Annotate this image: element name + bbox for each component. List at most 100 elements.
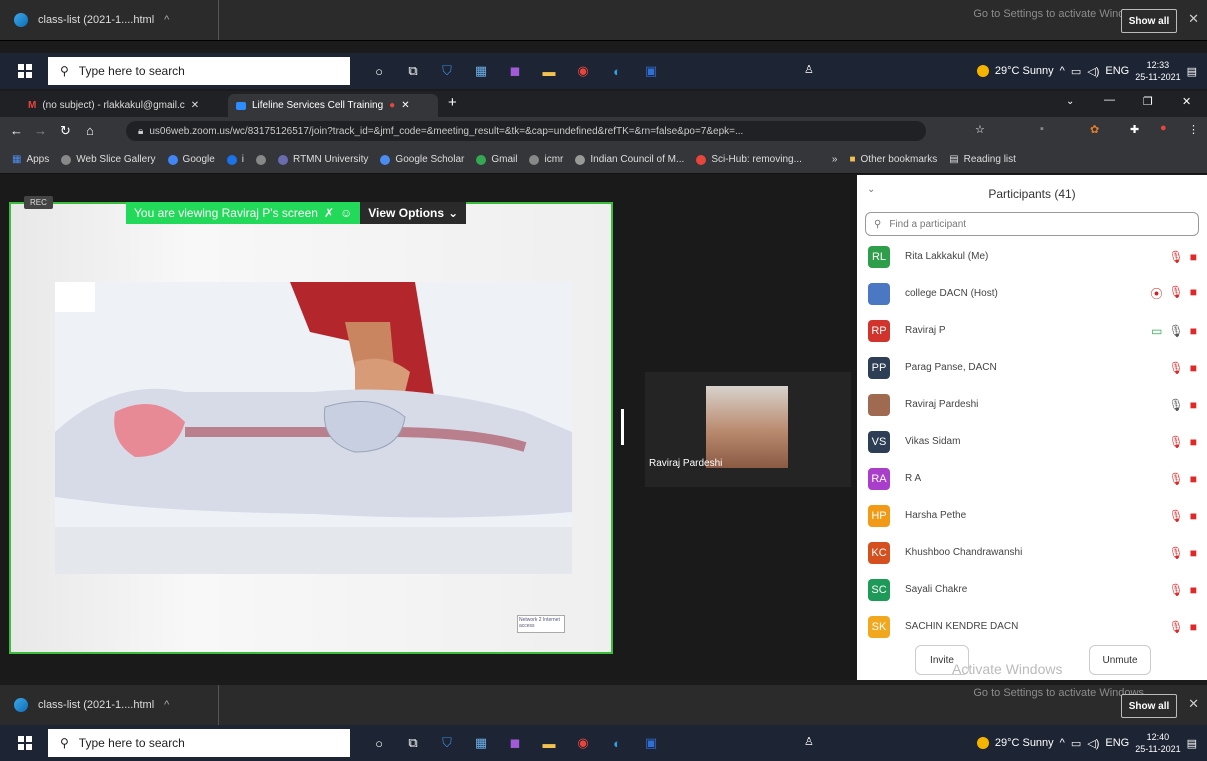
extension-icon[interactable]: ▪	[1040, 123, 1044, 135]
word-icon[interactable]: ▣	[634, 58, 668, 84]
participant-search-input[interactable]: ⚲ Find a participant	[865, 212, 1199, 236]
bookmark-gmail[interactable]: Gmail	[476, 154, 517, 165]
clock[interactable]: 12:40 25-11-2021	[1135, 731, 1180, 755]
home-icon[interactable]: ⌂	[86, 123, 94, 138]
task-view-icon[interactable]: ⧉	[396, 58, 430, 84]
volume-icon[interactable]: ◁)	[1087, 65, 1099, 78]
network-icon[interactable]: ▭	[1071, 65, 1081, 78]
more-bookmarks-icon[interactable]: »	[832, 154, 838, 165]
participant-row[interactable]: Raviraj Pardeshi 🎙︎ ■	[857, 386, 1207, 423]
chrome-icon[interactable]: ◉	[566, 58, 600, 84]
calculator-icon[interactable]: ▦	[464, 58, 498, 84]
edge-icon[interactable]: ◐	[600, 730, 634, 756]
calculator-icon[interactable]: ▦	[464, 730, 498, 756]
tab-close-icon[interactable]: ✕	[191, 100, 199, 111]
view-options-button[interactable]: View Options ⌄	[360, 202, 467, 224]
word-icon[interactable]: ▣	[634, 730, 668, 756]
bookmark-web-slice[interactable]: Web Slice Gallery	[61, 154, 156, 165]
participant-row[interactable]: KC Khushboo Chandrawanshi 🎙︎ ■	[857, 534, 1207, 571]
minimize-icon[interactable]: —	[1104, 94, 1115, 106]
weather-text[interactable]: 29°C Sunny	[995, 737, 1054, 749]
file-explorer-icon[interactable]: ▬	[532, 730, 566, 756]
edge-icon[interactable]: ◐	[600, 58, 634, 84]
participant-row[interactable]: HP Harsha Pethe 🎙︎ ■	[857, 497, 1207, 534]
volume-icon[interactable]: ◁)	[1087, 737, 1099, 750]
windows-start-icon[interactable]	[18, 64, 32, 78]
menu-kebab-icon[interactable]: ⋮	[1188, 123, 1199, 136]
bookmark-globe[interactable]	[256, 154, 267, 165]
close-icon[interactable]: ✕	[1188, 696, 1199, 712]
task-view-icon[interactable]: ⧉	[396, 730, 430, 756]
extensions-puzzle-icon[interactable]: ✚	[1130, 123, 1139, 136]
bookmark-star-icon[interactable]: ☆	[975, 123, 985, 136]
tab-close-icon[interactable]: ✕	[401, 100, 409, 111]
video-off-icon: ■	[1189, 545, 1197, 560]
windows-start-icon[interactable]	[18, 736, 32, 750]
bookmark-scholar[interactable]: Google Scholar	[380, 154, 464, 165]
extension-icon[interactable]: ✿	[1090, 123, 1099, 136]
bookmark-apps[interactable]: ▦ Apps	[12, 154, 49, 165]
unmute-button[interactable]: Unmute	[1089, 645, 1151, 675]
recording-icon: ⦿	[1150, 287, 1163, 301]
window-close-icon[interactable]: ✕	[1182, 95, 1191, 108]
bookmark-indian-council[interactable]: Indian Council of M...	[575, 154, 684, 165]
taskbar-search-input[interactable]: ⚲ Type here to search	[48, 729, 350, 757]
onenote-icon[interactable]: ◼	[498, 730, 532, 756]
language-indicator[interactable]: ENG	[1105, 65, 1129, 77]
back-icon[interactable]: ←	[10, 123, 23, 138]
tab-zoom[interactable]: Lifeline Services Cell Training ● ✕	[228, 94, 438, 117]
people-icon[interactable]: ♙	[804, 735, 814, 748]
other-bookmarks[interactable]: ■ Other bookmarks	[849, 154, 937, 165]
bookmark-rtmn[interactable]: RTMN University	[278, 154, 368, 165]
chrome-icon[interactable]: ◉	[566, 730, 600, 756]
participant-row[interactable]: PP Parag Panse, DACN 🎙︎ ■	[857, 349, 1207, 386]
close-icon[interactable]: ✕	[1188, 11, 1199, 27]
chevron-up-icon[interactable]: ^	[164, 14, 169, 26]
download-item[interactable]: class-list (2021-1....html ^	[14, 695, 169, 715]
maximize-icon[interactable]: ❐	[1143, 95, 1153, 108]
file-explorer-icon[interactable]: ▬	[532, 58, 566, 84]
reading-list[interactable]: ▤ Reading list	[949, 154, 1016, 165]
clock[interactable]: 12:33 25-11-2021	[1135, 59, 1180, 83]
bookmark-google[interactable]: Google	[167, 154, 215, 165]
weather-text[interactable]: 29°C Sunny	[995, 65, 1054, 77]
notification-icon[interactable]: ▤	[1187, 65, 1197, 78]
split-resize-handle[interactable]	[621, 409, 624, 445]
participant-row[interactable]: RP Raviraj P ▭ 🎙︎ ■	[857, 312, 1207, 349]
cortana-icon[interactable]: ○	[362, 58, 396, 84]
taskbar-bottom: ⚲ Type here to search ○ ⧉ ⛉ ▦ ◼ ▬ ◉ ◐ ▣ …	[0, 725, 1207, 761]
participant-row[interactable]: VS Vikas Sidam 🎙︎ ■	[857, 423, 1207, 460]
tray-chevron-icon[interactable]: ^	[1060, 65, 1065, 77]
show-all-button[interactable]: Show all	[1121, 694, 1177, 718]
defender-icon[interactable]: ⛉	[430, 58, 464, 84]
people-icon[interactable]: ♙	[804, 63, 814, 76]
video-tile[interactable]: Raviraj Pardeshi	[645, 372, 851, 487]
tab-search-icon[interactable]: ⌄	[1066, 96, 1074, 107]
address-bar[interactable]: 🔒︎ us06web.zoom.us/wc/83175126517/join?t…	[126, 121, 926, 141]
participant-row[interactable]: RL Rita Lakkakul (Me) 🎙︎ ■	[857, 238, 1207, 275]
new-tab-icon[interactable]: +	[448, 94, 457, 111]
mic-icon: 🎙︎	[1168, 323, 1184, 338]
reload-icon[interactable]: ↻	[60, 123, 71, 139]
bookmark-icmr[interactable]: icmr	[529, 154, 563, 165]
bookmark-scihub[interactable]: Sci-Hub: removing...	[696, 154, 802, 165]
notification-icon[interactable]: ▤	[1187, 737, 1197, 750]
tray-chevron-icon[interactable]: ^	[1060, 737, 1065, 749]
chevron-up-icon[interactable]: ^	[164, 699, 169, 711]
taskbar-search-input[interactable]: ⚲ Type here to search	[48, 57, 350, 85]
forward-icon[interactable]: →	[34, 123, 47, 138]
network-icon[interactable]: ▭	[1071, 737, 1081, 750]
participant-row[interactable]: SK SACHIN KENDRE DACN 🎙︎ ■	[857, 608, 1207, 645]
participant-row[interactable]: SC Sayali Chakre 🎙︎ ■	[857, 571, 1207, 608]
bookmark-i[interactable]: i	[226, 154, 244, 165]
download-item[interactable]: class-list (2021-1....html ^	[14, 10, 169, 30]
onenote-icon[interactable]: ◼	[498, 58, 532, 84]
cortana-icon[interactable]: ○	[362, 730, 396, 756]
language-indicator[interactable]: ENG	[1105, 737, 1129, 749]
tab-gmail[interactable]: M (no subject) - rlakkakul@gmail.c ✕	[20, 94, 225, 117]
participant-row[interactable]: RA R A 🎙︎ ■	[857, 460, 1207, 497]
profile-avatar-icon[interactable]: ●	[1160, 122, 1167, 134]
show-all-button[interactable]: Show all	[1121, 9, 1177, 33]
defender-icon[interactable]: ⛉	[430, 730, 464, 756]
participant-row[interactable]: college DACN (Host) ⦿ 🎙︎ ■	[857, 275, 1207, 312]
